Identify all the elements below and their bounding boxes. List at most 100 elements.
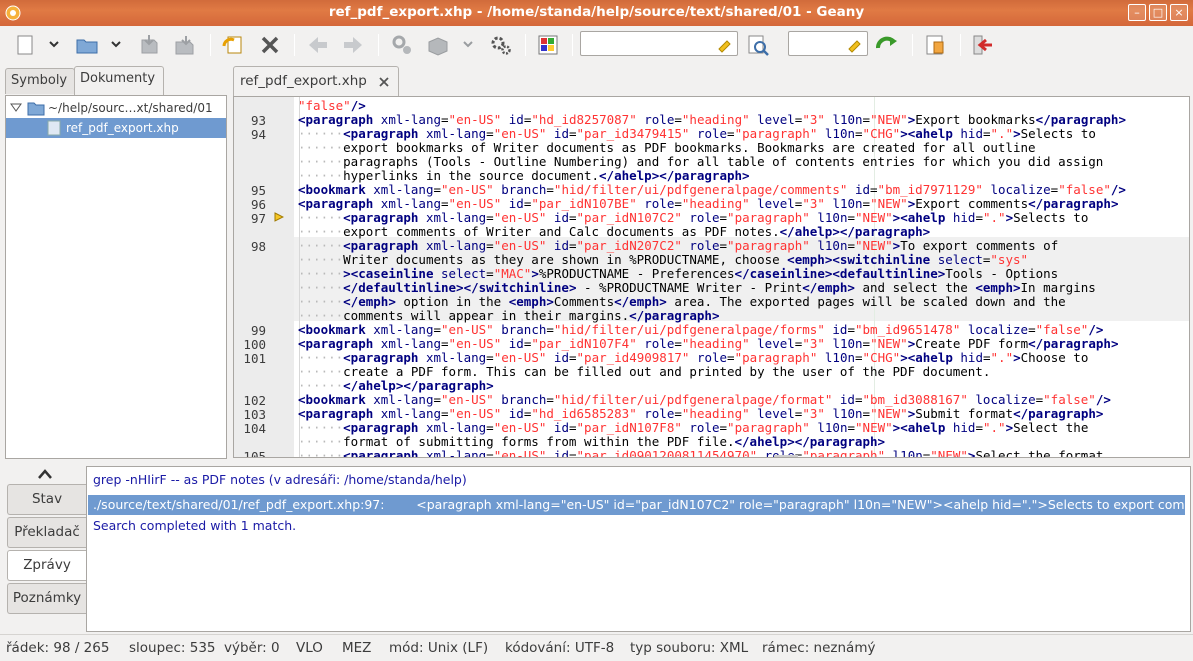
editor-area: ref_pdf_export.xhp 93 94 95 96 97 98 99 100 101 1… bbox=[233, 64, 1193, 460]
code-line[interactable]: ······paragraphs (Tools - Outline Number… bbox=[298, 155, 1103, 169]
tab-ref-pdf-export[interactable]: ref_pdf_export.xhp bbox=[233, 66, 399, 97]
build-dropdown-icon[interactable] bbox=[462, 36, 474, 52]
navigate-back-icon[interactable] bbox=[305, 32, 331, 58]
line-number: 104 bbox=[243, 421, 266, 436]
toolbar-separator bbox=[912, 34, 913, 56]
code-line[interactable]: ······<paragraph xml-lang="en-US" id="pa… bbox=[298, 211, 1088, 225]
compile-icon[interactable] bbox=[389, 32, 415, 58]
tab-compiler[interactable]: Překladač bbox=[7, 517, 86, 548]
save-all-icon[interactable] bbox=[172, 32, 198, 58]
folder-icon bbox=[27, 102, 45, 116]
title-bar: ref_pdf_export.xhp - /home/standa/help/s… bbox=[0, 0, 1193, 26]
code-line[interactable]: ······hyperlinks in the source document.… bbox=[298, 169, 750, 183]
color-chooser-icon[interactable] bbox=[535, 32, 561, 58]
code-line[interactable]: ······Writer documents as they are shown… bbox=[298, 253, 1028, 267]
build-icon[interactable] bbox=[425, 32, 451, 58]
quit-icon[interactable] bbox=[970, 32, 996, 58]
line-number: 103 bbox=[243, 407, 266, 422]
code-line[interactable]: ······format of submitting forms from wi… bbox=[298, 435, 885, 449]
expander-down-icon[interactable] bbox=[10, 103, 22, 113]
tree-file-row[interactable]: ref_pdf_export.xhp bbox=[6, 118, 226, 138]
message-pane: Stav Překladač Zprávy Poznámky grep -nHI… bbox=[0, 462, 1193, 634]
tree-folder-row[interactable]: ~/help/sourc…xt/shared/01 bbox=[6, 98, 226, 118]
revert-icon[interactable] bbox=[220, 32, 246, 58]
find-icon[interactable] bbox=[745, 32, 771, 58]
status-eol: mód: Unix (LF) bbox=[389, 640, 489, 656]
line-number-gutter: 93 94 95 96 97 98 99 100 101 102 103 104 105 bbox=[234, 97, 294, 457]
code-line[interactable]: <paragraph xml-lang="en-US" id="hd_id825… bbox=[298, 113, 1126, 127]
minimize-button[interactable]: – bbox=[1128, 4, 1146, 21]
status-insert-mode: VLO bbox=[296, 640, 323, 656]
toolbar bbox=[0, 26, 1193, 64]
code-line[interactable]: ······<paragraph xml-lang="en-US" id="pa… bbox=[298, 239, 1058, 253]
close-tab-icon[interactable] bbox=[378, 76, 390, 88]
code-line[interactable]: ······</defaultinline></switchinline> - … bbox=[298, 281, 1096, 295]
editor-tab-label: ref_pdf_export.xhp bbox=[240, 73, 367, 89]
clear-search-icon[interactable] bbox=[715, 35, 733, 53]
code-view[interactable]: 93 94 95 96 97 98 99 100 101 102 103 104 105 "false"… bbox=[233, 96, 1190, 458]
new-file-icon[interactable] bbox=[12, 32, 38, 58]
toolbar-separator bbox=[572, 34, 573, 56]
execute-icon[interactable] bbox=[488, 32, 514, 58]
line-number: 102 bbox=[243, 393, 266, 408]
code-line[interactable]: ······</ahelp></paragraph> bbox=[298, 379, 494, 393]
scroll-tabs-up-icon[interactable] bbox=[36, 468, 54, 480]
save-icon[interactable] bbox=[136, 32, 162, 58]
line-number: 101 bbox=[243, 351, 266, 366]
status-line: řádek: 98 / 265 bbox=[6, 640, 110, 656]
code-line[interactable]: <bookmark xml-lang="en-US" branch="hid/f… bbox=[298, 323, 1103, 337]
documents-tree: ~/help/sourc…xt/shared/01 ref_pdf_export… bbox=[5, 95, 227, 459]
recent-files-dropdown-icon[interactable] bbox=[110, 36, 122, 52]
status-selection: výběr: 0 bbox=[224, 640, 280, 656]
code-line[interactable]: ······</emph> option in the <emph>Commen… bbox=[298, 295, 1066, 309]
goto-line-icon[interactable] bbox=[874, 32, 900, 58]
message-row-summary[interactable]: Search completed with 1 match. bbox=[88, 516, 1185, 536]
line-number: 93 bbox=[250, 113, 266, 128]
maximize-button[interactable]: □ bbox=[1149, 4, 1167, 21]
resize-grip[interactable] bbox=[774, 455, 798, 457]
sidebar: Symboly Dokumenty ~/help/sourc…xt/shared… bbox=[0, 64, 229, 460]
navigate-forward-icon[interactable] bbox=[340, 32, 366, 58]
close-file-icon[interactable] bbox=[257, 32, 283, 58]
tab-notes[interactable]: Poznámky bbox=[7, 583, 86, 614]
new-from-template-dropdown-icon[interactable] bbox=[48, 36, 60, 52]
toolbar-separator bbox=[525, 34, 526, 56]
code-line[interactable]: ······<paragraph xml-lang="en-US" id="pa… bbox=[298, 351, 1088, 365]
close-window-button[interactable]: × bbox=[1170, 4, 1188, 21]
code-line[interactable]: "false"/> bbox=[298, 99, 366, 113]
code-line[interactable]: <paragraph xml-lang="en-US" id="hd_id658… bbox=[298, 407, 1103, 421]
code-line[interactable]: <bookmark xml-lang="en-US" branch="hid/f… bbox=[298, 393, 1111, 407]
code-line[interactable]: ······export comments of Writer and Calc… bbox=[298, 225, 930, 239]
messages-list[interactable]: grep -nHIirF -- as PDF notes (v adresáři… bbox=[86, 466, 1191, 632]
tab-status[interactable]: Stav bbox=[7, 484, 86, 515]
tab-messages[interactable]: Zprávy bbox=[7, 550, 86, 581]
code-line[interactable]: ······export bookmarks of Writer documen… bbox=[298, 141, 1036, 155]
status-encoding: kódování: UTF-8 bbox=[505, 640, 615, 656]
message-row-match[interactable]: ./source/text/shared/01/ref_pdf_export.x… bbox=[88, 495, 1185, 515]
code-line[interactable]: ······<paragraph xml-lang="en-US" id="pa… bbox=[298, 127, 1096, 141]
message-row-command[interactable]: grep -nHIirF -- as PDF notes (v adresáři… bbox=[88, 470, 1185, 490]
line-number: 98 bbox=[250, 239, 266, 254]
code-line[interactable]: <paragraph xml-lang="en-US" id="par_idN1… bbox=[298, 337, 1118, 351]
file-icon bbox=[47, 120, 61, 136]
tree-folder-label: ~/help/sourc…xt/shared/01 bbox=[48, 101, 213, 115]
status-scope: rámec: neznámý bbox=[762, 640, 876, 656]
code-line[interactable]: ······comments will appear in their marg… bbox=[298, 309, 719, 323]
preferences-icon[interactable] bbox=[922, 32, 948, 58]
code-line[interactable]: ······<paragraph xml-lang="en-US" id="pa… bbox=[298, 421, 1088, 435]
status-bar: řádek: 98 / 265 sloupec: 535 výběr: 0 VL… bbox=[0, 634, 1193, 661]
window-title: ref_pdf_export.xhp - /home/standa/help/s… bbox=[328, 4, 865, 20]
code-line[interactable]: <bookmark xml-lang="en-US" branch="hid/f… bbox=[298, 183, 1126, 197]
tab-symbols[interactable]: Symboly bbox=[5, 68, 75, 94]
line-number: 95 bbox=[250, 183, 266, 198]
clear-goto-icon[interactable] bbox=[845, 35, 863, 53]
code-line[interactable]: <paragraph xml-lang="en-US" id="par_idN1… bbox=[298, 197, 1118, 211]
code-line[interactable]: ······><caseinline select="MAC">%PRODUCT… bbox=[298, 267, 1058, 281]
code-line[interactable]: ······create a PDF form. This can be fil… bbox=[298, 365, 990, 379]
code-line[interactable]: ······<paragraph xml-lang="en-US" id="pa… bbox=[298, 449, 1103, 458]
goto-line-field[interactable] bbox=[788, 31, 868, 56]
search-field[interactable] bbox=[580, 31, 738, 56]
tab-documents[interactable]: Dokumenty bbox=[74, 66, 164, 96]
status-filetype: typ souboru: XML bbox=[630, 640, 749, 656]
open-file-icon[interactable] bbox=[74, 32, 100, 58]
